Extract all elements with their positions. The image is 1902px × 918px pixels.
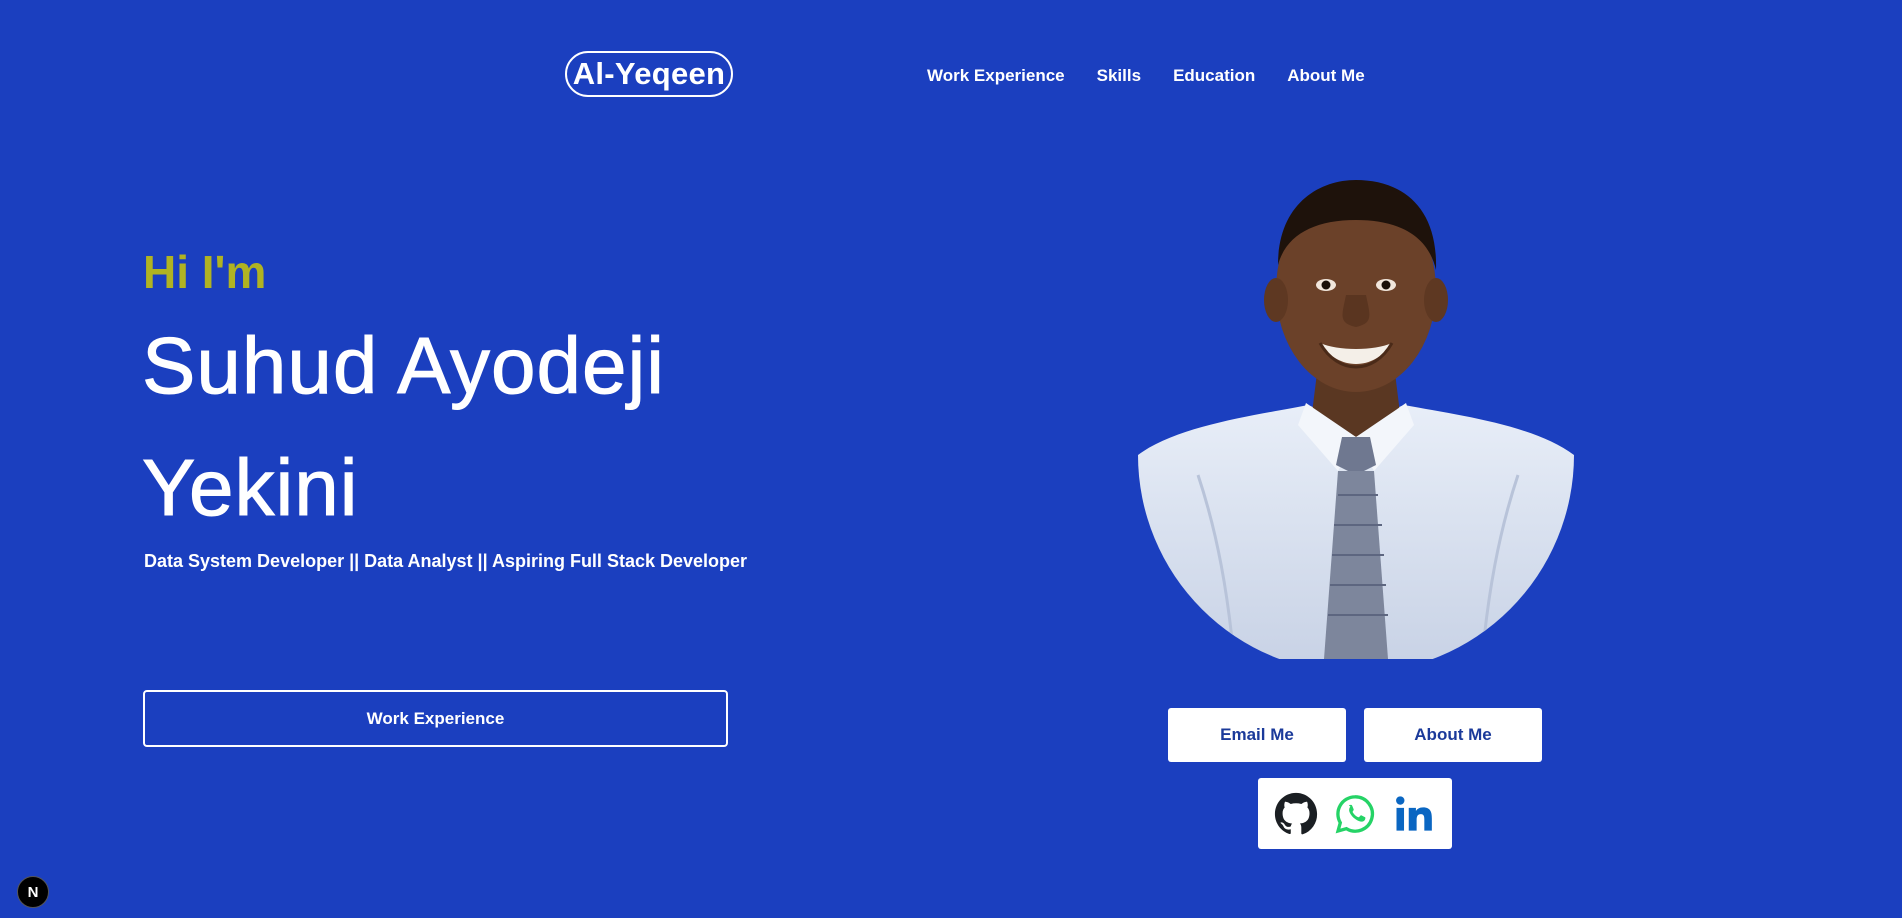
work-experience-button[interactable]: Work Experience xyxy=(143,690,728,747)
hero-greeting: Hi I'm xyxy=(143,246,267,298)
linkedin-icon[interactable] xyxy=(1391,791,1437,837)
hero-subtitle: Data System Developer || Data Analyst ||… xyxy=(144,551,748,571)
site-logo[interactable]: Al-Yeqeen xyxy=(565,51,733,97)
main-nav: Work Experience Skills Education About M… xyxy=(927,63,1397,89)
nav-link-work-experience[interactable]: Work Experience xyxy=(927,63,1065,89)
profile-photo xyxy=(1138,180,1574,659)
hero-name-line1: Suhud Ayodeji xyxy=(142,321,666,411)
email-me-button-label: Email Me xyxy=(1220,725,1294,744)
nav-link-education[interactable]: Education xyxy=(1173,63,1255,89)
hero-name-line2: Yekini xyxy=(142,443,359,533)
github-icon[interactable] xyxy=(1273,791,1319,837)
page: Al-Yeqeen Work Experience Skills Educati… xyxy=(0,0,1902,918)
work-experience-button-label: Work Experience xyxy=(366,708,505,728)
social-links xyxy=(1258,778,1452,849)
about-me-button[interactable]: About Me xyxy=(1364,708,1542,762)
whatsapp-icon[interactable] xyxy=(1332,791,1378,837)
email-me-button[interactable]: Email Me xyxy=(1168,708,1346,762)
logo-text: Al-Yeqeen xyxy=(572,56,726,91)
nav-link-about-me[interactable]: About Me xyxy=(1287,63,1364,89)
hero-name: Suhud Ayodeji Yekini xyxy=(142,305,792,549)
about-me-button-label: About Me xyxy=(1414,725,1492,744)
nav-link-skills[interactable]: Skills xyxy=(1097,63,1141,89)
nextjs-dev-badge[interactable]: N xyxy=(17,876,49,908)
nextjs-badge-letter: N xyxy=(27,883,39,901)
